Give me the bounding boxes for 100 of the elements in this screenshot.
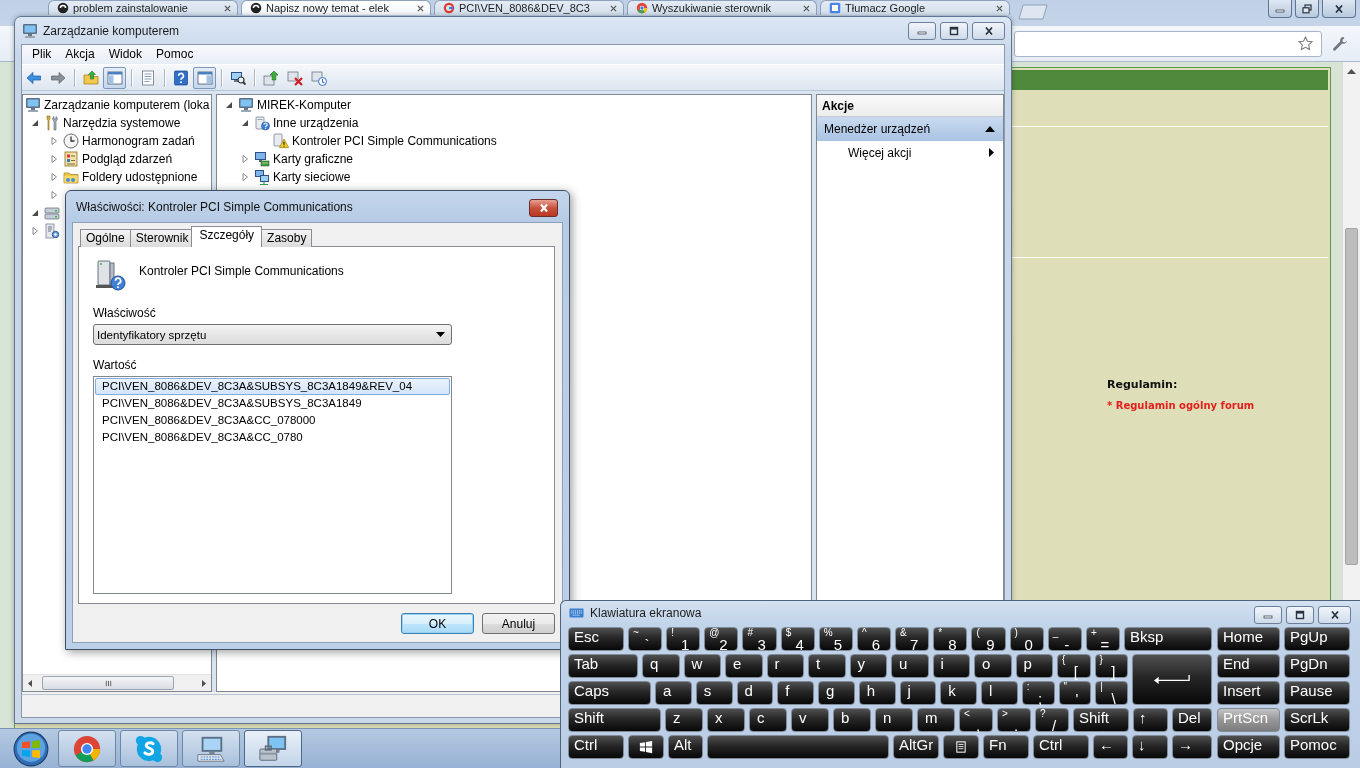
- keyboard-key[interactable]: % 5: [818, 627, 853, 651]
- list-item[interactable]: PCI\VEN_8086&DEV_8C3A&SUBSYS_8C3A1849: [95, 395, 450, 412]
- right-arrow-icon[interactable]: [202, 679, 206, 687]
- tree-item[interactable]: Kontroler PCI Simple Communications: [292, 133, 497, 149]
- close-icon[interactable]: [996, 5, 1003, 12]
- browser-tab[interactable]: Napisz nowy temat - elek: [241, 0, 431, 15]
- dialog-button[interactable]: OK: [401, 613, 474, 634]
- browser-tab[interactable]: PCI\VEN_8086&DEV_8C3: [434, 0, 624, 15]
- keyboard-key[interactable]: i: [932, 654, 970, 678]
- keyboard-key[interactable]: ( 9: [971, 627, 1006, 651]
- keyboard-key[interactable]: f: [777, 681, 814, 705]
- tree-item[interactable]: Karty sieciowe: [273, 169, 351, 185]
- keyboard-key[interactable]: Shift: [1073, 708, 1129, 732]
- taskbar-button[interactable]: [244, 730, 302, 767]
- keyboard-key[interactable]: ! 1: [666, 627, 701, 651]
- tree-item[interactable]: Harmonogram zadań: [82, 133, 195, 149]
- minimize-button[interactable]: [908, 22, 936, 40]
- minimize-button[interactable]: [1268, 0, 1292, 18]
- keyboard-key[interactable]: ScrLk: [1284, 708, 1350, 732]
- tab[interactable]: Zasoby: [261, 229, 313, 247]
- keyboard-key[interactable]: Pause: [1284, 681, 1350, 705]
- address-field[interactable]: [1014, 30, 1322, 57]
- keyboard-key[interactable]: j: [899, 681, 937, 705]
- close-button[interactable]: [529, 199, 558, 217]
- tree-item[interactable]: Inne urządzenia: [273, 115, 359, 131]
- keyboard-key[interactable]: Home: [1217, 627, 1280, 651]
- keyboard-key[interactable]: < ,: [959, 708, 993, 732]
- keyboard-key[interactable]: g: [818, 681, 855, 705]
- keyboard-key[interactable]: Insert: [1217, 681, 1280, 705]
- keyboard-key[interactable]: r: [766, 654, 804, 678]
- keyboard-key[interactable]: c: [749, 708, 787, 732]
- menu-item[interactable]: Pomoc: [149, 46, 201, 63]
- keyboard-key[interactable]: h: [858, 681, 896, 705]
- browser-tab[interactable]: Wyszukiwanie sterownik: [627, 0, 817, 15]
- menu-item[interactable]: Plik: [25, 46, 59, 63]
- restore-button[interactable]: [1295, 0, 1319, 18]
- keyboard-key[interactable]: [943, 735, 979, 759]
- property-dropdown[interactable]: Identyfikatory sprzętu: [93, 324, 452, 345]
- keyboard-key[interactable]: ? /: [1035, 708, 1069, 732]
- menu-item[interactable]: Widok: [101, 46, 150, 63]
- keyboard-key[interactable]: Bksp: [1124, 627, 1213, 651]
- keyboard-key[interactable]: [707, 735, 889, 759]
- tree-arrow-icon[interactable]: [31, 119, 39, 127]
- keyboard-key[interactable]: ←: [1093, 735, 1128, 759]
- toolbar-button[interactable]: [193, 66, 216, 89]
- tab[interactable]: Szczegóły: [191, 226, 263, 247]
- keyboard-key[interactable]: e: [725, 654, 763, 678]
- keyboard-key[interactable]: _ -: [1047, 627, 1082, 651]
- keyboard-key[interactable]: y: [849, 654, 887, 678]
- tree-item[interactable]: Zarządzanie komputerem (loka: [44, 97, 210, 113]
- keyboard-key[interactable]: ↓: [1132, 735, 1168, 759]
- keyboard-key[interactable]: * 8: [933, 627, 968, 651]
- close-icon[interactable]: [610, 5, 617, 12]
- tree-arrow-icon[interactable]: [241, 119, 249, 127]
- keyboard-key[interactable]: Opcje: [1217, 735, 1280, 759]
- browser-tab[interactable]: problem zainstalowanie: [48, 0, 238, 15]
- tree-item[interactable]: MIREK-Komputer: [257, 97, 352, 113]
- keyboard-key[interactable]: x: [707, 708, 745, 732]
- scrollbar-thumb[interactable]: [1345, 228, 1358, 565]
- keyboard-key[interactable]: a: [655, 681, 692, 705]
- keyboard-key[interactable]: n: [875, 708, 913, 732]
- keyboard-key[interactable]: Esc: [568, 627, 624, 651]
- tree-item[interactable]: Narzędzia systemowe: [63, 115, 181, 131]
- keyboard-key[interactable]: @ 2: [704, 627, 739, 651]
- star-icon[interactable]: [1298, 36, 1313, 51]
- keyboard-key[interactable]: PgUp: [1284, 627, 1350, 651]
- keyboard-key[interactable]: Alt: [668, 735, 703, 759]
- keyboard-key[interactable]: m: [917, 708, 955, 732]
- menu-item[interactable]: Akcja: [58, 46, 102, 63]
- keyboard-key[interactable]: ) 0: [1009, 627, 1044, 651]
- taskbar-button[interactable]: [58, 730, 116, 767]
- keyboard-key[interactable]: + =: [1085, 627, 1121, 651]
- keyboard-key[interactable]: " ': [1058, 681, 1092, 705]
- action-item[interactable]: Więcej akcji: [817, 141, 1003, 164]
- keyboard-key[interactable]: [628, 735, 664, 759]
- keyboard-key[interactable]: q: [642, 654, 680, 678]
- keyboard-key[interactable]: End: [1217, 654, 1280, 678]
- keyboard-key[interactable]: [1132, 654, 1212, 705]
- list-item[interactable]: PCI\VEN_8086&DEV_8C3A&CC_078000: [95, 412, 450, 429]
- keyboard-key[interactable]: Fn: [983, 735, 1029, 759]
- keyboard-key[interactable]: { [: [1057, 654, 1091, 678]
- keyboard-key[interactable]: Ctrl: [1033, 735, 1089, 759]
- keyboard-key[interactable]: Shift: [568, 708, 661, 732]
- keyboard-key[interactable]: Ctrl: [568, 735, 624, 759]
- keyboard-key[interactable]: > .: [997, 708, 1031, 732]
- keyboard-key[interactable]: | \: [1095, 681, 1128, 705]
- scrollbar-thumb[interactable]: [42, 676, 174, 690]
- taskbar-button[interactable]: [120, 730, 178, 767]
- keyboard-key[interactable]: p: [1015, 654, 1053, 678]
- maximize-button[interactable]: [940, 22, 968, 40]
- up-arrow-icon[interactable]: [1347, 69, 1356, 74]
- keyboard-key[interactable]: ^ 6: [856, 627, 892, 651]
- close-button[interactable]: [1322, 0, 1356, 18]
- browser-tab[interactable]: Tłumacz Google: [820, 0, 1010, 15]
- toolbar-button[interactable]: [103, 66, 126, 89]
- wrench-icon[interactable]: [1332, 35, 1348, 52]
- close-button[interactable]: [1318, 606, 1351, 624]
- keyboard-key[interactable]: Del: [1172, 708, 1212, 732]
- close-icon[interactable]: [417, 5, 424, 12]
- keyboard-key[interactable]: d: [736, 681, 774, 705]
